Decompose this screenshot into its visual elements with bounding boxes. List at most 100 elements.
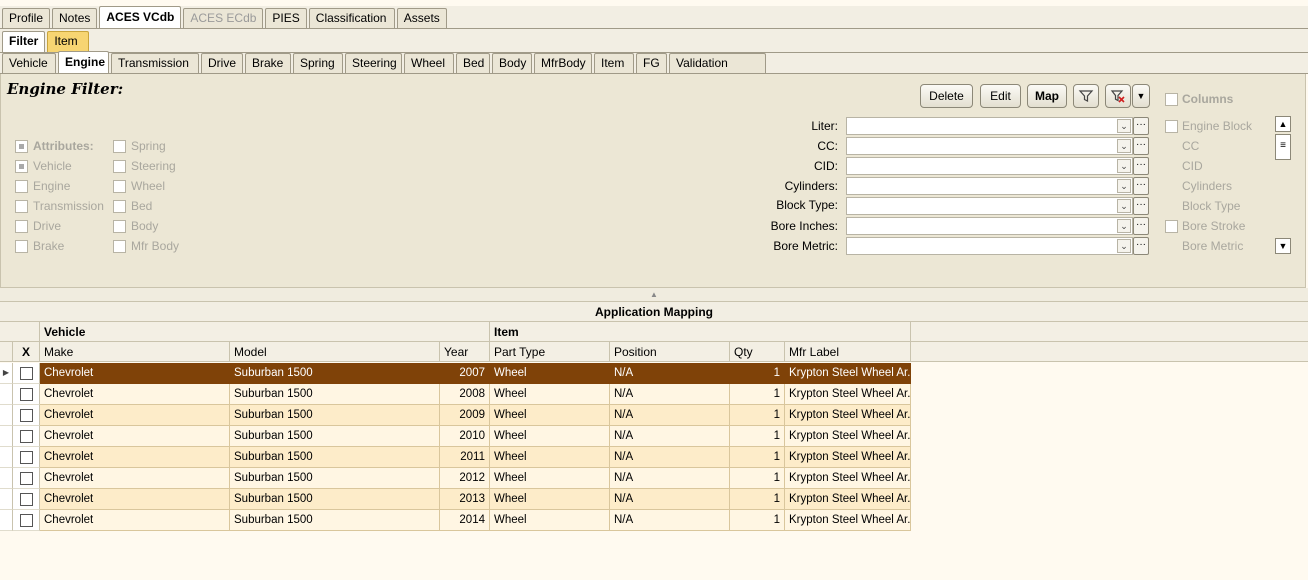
row-checkbox[interactable]: [20, 514, 33, 527]
scroll-up-button[interactable]: ▲: [1275, 116, 1291, 132]
cell-make[interactable]: Chevrolet: [40, 489, 230, 510]
cell-year[interactable]: 2013: [440, 489, 490, 510]
chevron-down-icon[interactable]: ⌄: [1117, 179, 1131, 193]
cell-position[interactable]: N/A: [610, 426, 730, 447]
column-header-year[interactable]: Year: [440, 342, 490, 362]
cell-qty[interactable]: 1: [730, 510, 785, 531]
tab-filter[interactable]: Filter: [2, 31, 46, 52]
cell-part-type[interactable]: Wheel: [490, 384, 610, 405]
tab-classification[interactable]: Classification: [308, 8, 395, 28]
body-checkbox[interactable]: [113, 220, 126, 233]
tab-transmission[interactable]: Transmission: [111, 53, 199, 73]
cell-year[interactable]: 2011: [440, 447, 490, 468]
liter-ellipsis-button[interactable]: ···: [1133, 117, 1149, 135]
tab-body[interactable]: Body: [492, 53, 532, 73]
cell-position[interactable]: N/A: [610, 405, 730, 426]
cell-model[interactable]: Suburban 1500: [230, 468, 440, 489]
cell-part-type[interactable]: Wheel: [490, 426, 610, 447]
row-header[interactable]: [0, 426, 13, 447]
delete-button[interactable]: Delete: [920, 84, 973, 108]
chevron-down-icon[interactable]: ⌄: [1117, 199, 1131, 213]
cc-ellipsis-button[interactable]: ···: [1133, 137, 1149, 155]
attributes-checkbox[interactable]: [15, 140, 28, 153]
cell-position[interactable]: N/A: [610, 363, 730, 384]
row-header[interactable]: [0, 489, 13, 510]
tab-fg[interactable]: FG: [636, 53, 667, 73]
cell-mfr-label[interactable]: Krypton Steel Wheel Ar...: [785, 489, 911, 510]
cell-year[interactable]: 2010: [440, 426, 490, 447]
cell-make[interactable]: Chevrolet: [40, 447, 230, 468]
bore-stroke-column-checkbox[interactable]: [1165, 220, 1178, 233]
cell-mfr-label[interactable]: Krypton Steel Wheel Ar...: [785, 510, 911, 531]
tab-item-attr[interactable]: Item: [594, 53, 634, 73]
row-header[interactable]: [0, 510, 13, 531]
cell-part-type[interactable]: Wheel: [490, 510, 610, 531]
bed-checkbox[interactable]: [113, 200, 126, 213]
cell-part-type[interactable]: Wheel: [490, 405, 610, 426]
chevron-down-icon[interactable]: ⌄: [1117, 159, 1131, 173]
tab-notes[interactable]: Notes: [52, 8, 98, 28]
scroll-thumb[interactable]: ≡: [1275, 134, 1291, 160]
tab-steering[interactable]: Steering: [345, 53, 402, 73]
cell-part-type[interactable]: Wheel: [490, 363, 610, 384]
clear-filter-button[interactable]: [1105, 84, 1131, 108]
engine-checkbox[interactable]: [15, 180, 28, 193]
bore-metric-ellipsis-button[interactable]: ···: [1133, 237, 1149, 255]
cylinders-combo[interactable]: ⌄: [846, 177, 1133, 195]
row-header[interactable]: [0, 447, 13, 468]
row-checkbox[interactable]: [20, 430, 33, 443]
cell-qty[interactable]: 1: [730, 384, 785, 405]
cell-position[interactable]: N/A: [610, 468, 730, 489]
column-header-position[interactable]: Position: [610, 342, 730, 362]
bore-inches-ellipsis-button[interactable]: ···: [1133, 217, 1149, 235]
row-checkbox[interactable]: [20, 367, 33, 380]
column-header-qty[interactable]: Qty: [730, 342, 785, 362]
cell-position[interactable]: N/A: [610, 489, 730, 510]
row-checkbox[interactable]: [20, 409, 33, 422]
cell-mfr-label[interactable]: Krypton Steel Wheel Ar...: [785, 405, 911, 426]
cell-mfr-label[interactable]: Krypton Steel Wheel Ar...: [785, 447, 911, 468]
tab-validation[interactable]: Validation: [669, 53, 766, 73]
cell-mfr-label[interactable]: Krypton Steel Wheel Ar...: [785, 468, 911, 489]
cell-part-type[interactable]: Wheel: [490, 447, 610, 468]
cell-qty[interactable]: 1: [730, 363, 785, 384]
row-checkbox[interactable]: [20, 472, 33, 485]
row-checkbox[interactable]: [20, 451, 33, 464]
cell-model[interactable]: Suburban 1500: [230, 510, 440, 531]
cell-model[interactable]: Suburban 1500: [230, 363, 440, 384]
cell-make[interactable]: Chevrolet: [40, 468, 230, 489]
tab-mfrbody[interactable]: MfrBody: [534, 53, 592, 73]
cell-qty[interactable]: 1: [730, 489, 785, 510]
liter-combo[interactable]: ⌄: [846, 117, 1133, 135]
clear-filter-dropdown[interactable]: ▼: [1132, 84, 1150, 108]
cc-combo[interactable]: ⌄: [846, 137, 1133, 155]
cell-year[interactable]: 2008: [440, 384, 490, 405]
tab-pies[interactable]: PIES: [265, 8, 307, 28]
cell-position[interactable]: N/A: [610, 510, 730, 531]
chevron-down-icon[interactable]: ⌄: [1117, 239, 1131, 253]
cid-ellipsis-button[interactable]: ···: [1133, 157, 1149, 175]
tab-drive[interactable]: Drive: [201, 53, 243, 73]
engine-block-column-checkbox[interactable]: [1165, 120, 1178, 133]
row-checkbox[interactable]: [20, 388, 33, 401]
cell-year[interactable]: 2009: [440, 405, 490, 426]
edit-button[interactable]: Edit: [980, 84, 1021, 108]
chevron-down-icon[interactable]: ⌄: [1117, 139, 1131, 153]
cell-make[interactable]: Chevrolet: [40, 405, 230, 426]
cell-part-type[interactable]: Wheel: [490, 489, 610, 510]
tab-vehicle[interactable]: Vehicle: [2, 53, 56, 73]
row-header[interactable]: [0, 384, 13, 405]
map-button[interactable]: Map: [1027, 84, 1067, 108]
cell-qty[interactable]: 1: [730, 405, 785, 426]
column-header-model[interactable]: Model: [230, 342, 440, 362]
chevron-down-icon[interactable]: ⌄: [1117, 119, 1131, 133]
tab-wheel[interactable]: Wheel: [404, 53, 454, 73]
cell-model[interactable]: Suburban 1500: [230, 384, 440, 405]
column-header-make[interactable]: Make: [40, 342, 230, 362]
column-header-x[interactable]: X: [13, 342, 40, 362]
cylinders-ellipsis-button[interactable]: ···: [1133, 177, 1149, 195]
row-header[interactable]: [0, 405, 13, 426]
transmission-checkbox[interactable]: [15, 200, 28, 213]
steering-checkbox[interactable]: [113, 160, 126, 173]
row-header[interactable]: [0, 468, 13, 489]
